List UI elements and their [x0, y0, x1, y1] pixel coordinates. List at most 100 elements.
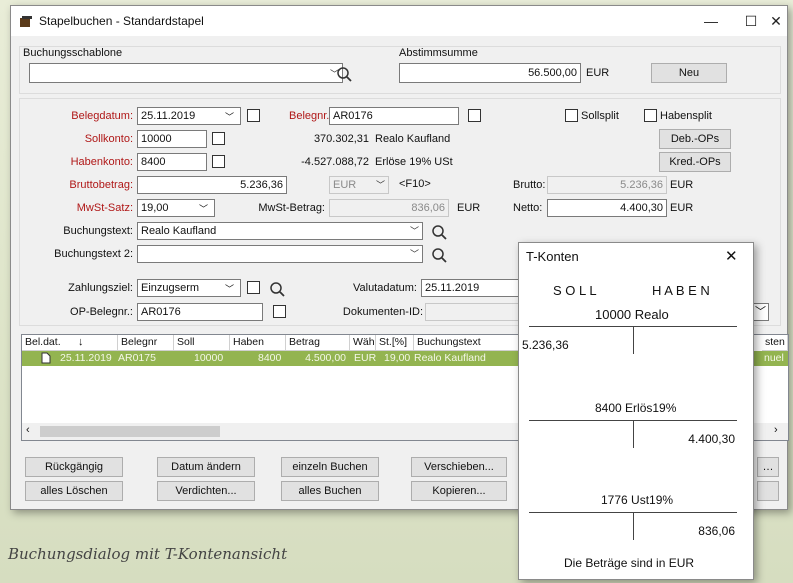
t-account-1-soll: 5.236,36 [522, 338, 569, 352]
cell-kosten: nuel [764, 352, 784, 364]
sollkonto-field[interactable]: 10000 [137, 130, 207, 148]
buchungstext-field[interactable]: Realo Kaufland ﹀ [137, 222, 423, 240]
verdichten-button[interactable]: Verdichten... [157, 481, 255, 501]
column-header[interactable]: Haben [230, 335, 286, 351]
buchungstext-label: Buchungstext: [63, 225, 133, 237]
t-account-2-title: 8400 Erlös19% [595, 401, 677, 415]
brutto-label: Bruttobetrag: [69, 179, 133, 191]
template-select[interactable]: ﹀ [29, 63, 343, 83]
mwst-label: MwSt-Satz: [76, 202, 133, 214]
search-icon[interactable] [431, 247, 449, 265]
datum-aendern-button[interactable]: Datum ändern [157, 457, 255, 477]
dok-label: Dokumenten-ID: [342, 306, 423, 318]
habenkonto-field[interactable]: 8400 [137, 153, 207, 171]
sollsplit-label: Sollsplit [581, 110, 619, 122]
alles-loeschen-button[interactable]: alles Löschen [25, 481, 123, 501]
scroll-right-icon[interactable]: › [774, 424, 778, 436]
valuta-field[interactable]: 25.11.2019 [421, 279, 521, 297]
sollkonto-checkbox[interactable] [212, 132, 225, 145]
cell-betrag: 4.500,00 [305, 352, 346, 364]
brutto2-currency: EUR [670, 179, 694, 191]
alles-buchen-button[interactable]: alles Buchen [281, 481, 379, 501]
document-icon [41, 352, 51, 364]
op-checkbox[interactable] [273, 305, 286, 318]
brutto-currency-select[interactable]: EUR ﹀ [329, 176, 389, 194]
scrollbar-thumb[interactable] [40, 426, 220, 437]
kred-ops-button[interactable]: Kred.-OPs [659, 152, 731, 172]
column-header[interactable]: Bel.dat. [22, 335, 118, 351]
more-button-2[interactable] [757, 481, 779, 501]
belegdatum-checkbox[interactable] [247, 109, 260, 122]
search-icon[interactable] [336, 66, 354, 84]
sollsplit-checkbox[interactable] [565, 109, 578, 122]
cell-belegnr: AR0175 [118, 352, 156, 364]
column-header[interactable]: Buchungstext [414, 335, 530, 351]
sort-arrow-icon: ↓ [78, 336, 84, 348]
app-icon [20, 16, 32, 27]
netto-field[interactable]: 4.400,30 [547, 199, 667, 217]
neu-button[interactable]: Neu [651, 63, 727, 83]
more-button[interactable]: … [757, 457, 779, 477]
t-account-3-haben: 836,06 [698, 524, 735, 538]
brutto-field[interactable]: 5.236,36 [137, 176, 287, 194]
t-account-1-title: 10000 Realo [595, 307, 669, 322]
window-title: Stapelbuchen - Standardstapel [39, 14, 204, 28]
column-header[interactable]: Wäh [350, 335, 376, 351]
chevron-down-icon[interactable]: ﹀ [225, 110, 234, 123]
cell-buchungstext: Realo Kaufland [414, 352, 486, 364]
habensplit-checkbox[interactable] [644, 109, 657, 122]
buchungstext2-field[interactable]: ﹀ [137, 245, 423, 263]
tkonten-close-icon[interactable]: ✕ [725, 247, 738, 265]
t-account-1-divider [633, 326, 634, 354]
verschieben-button[interactable]: Verschieben... [411, 457, 507, 477]
close-button[interactable]: ✕ [756, 9, 793, 33]
cell-steuer: 19,00 [384, 352, 411, 364]
search-icon[interactable] [269, 281, 287, 299]
minimize-button[interactable]: — [691, 9, 731, 33]
title-bar: Stapelbuchen - Standardstapel — ☐ ✕ [11, 6, 787, 36]
valuta-label: Valutadatum: [352, 282, 417, 294]
belegnr-label: Belegnr.: [289, 110, 333, 122]
zahlungsziel-checkbox[interactable] [247, 281, 260, 294]
soll-account-name: Realo Kaufland [375, 133, 451, 145]
netto-currency: EUR [670, 202, 694, 214]
mwstbetrag-currency: EUR [457, 202, 481, 214]
search-icon[interactable] [431, 224, 449, 242]
column-header[interactable]: sten [762, 335, 788, 351]
abstimm-label: Abstimmsumme [399, 47, 478, 59]
brutto2-field: 5.236,36 [547, 176, 667, 194]
soll-heading: S O L L [553, 283, 597, 298]
column-header[interactable]: Belegnr [118, 335, 174, 351]
t-account-3-title: 1776 Ust19% [601, 493, 674, 507]
brutto2-label: Brutto: [513, 179, 546, 191]
netto-label: Netto: [513, 202, 543, 214]
deb-ops-button[interactable]: Deb.-OPs [659, 129, 731, 149]
column-header[interactable]: St.[%] [376, 335, 414, 351]
abstimm-field[interactable]: 56.500,00 [399, 63, 581, 83]
chevron-down-icon[interactable]: ﹀ [199, 202, 208, 215]
op-field[interactable]: AR0176 [137, 303, 263, 321]
dok-field [425, 303, 525, 321]
zahlungsziel-label: Zahlungsziel: [68, 282, 133, 294]
kopieren-button[interactable]: Kopieren... [411, 481, 507, 501]
mwstbetrag-field: 836,06 [329, 199, 449, 217]
column-header[interactable]: Betrag [286, 335, 350, 351]
chevron-down-icon: ﹀ [409, 226, 419, 236]
cell-soll: 10000 [194, 352, 224, 364]
habenkonto-label: Habenkonto: [70, 156, 133, 168]
chevron-down-icon[interactable]: ﹀ [225, 282, 234, 295]
einzeln-buchen-button[interactable]: einzeln Buchen [281, 457, 379, 477]
buchungstext2-label: Buchungstext 2: [54, 248, 133, 260]
belegdatum-label: Belegdatum: [71, 110, 133, 122]
sollkonto-label: Sollkonto: [84, 133, 133, 145]
column-header[interactable]: Soll [174, 335, 230, 351]
abstimm-currency: EUR [586, 67, 610, 79]
tkonten-title: T-Konten [526, 249, 579, 264]
t-account-2-divider [633, 420, 634, 448]
habenkonto-checkbox[interactable] [212, 155, 225, 168]
scroll-left-icon[interactable]: ‹ [26, 424, 30, 436]
belegnr-field[interactable]: AR0176 [329, 107, 459, 125]
t-account-2-haben: 4.400,30 [688, 432, 735, 446]
belegnr-checkbox[interactable] [468, 109, 481, 122]
rueckgaengig-button[interactable]: Rückgängig [25, 457, 123, 477]
